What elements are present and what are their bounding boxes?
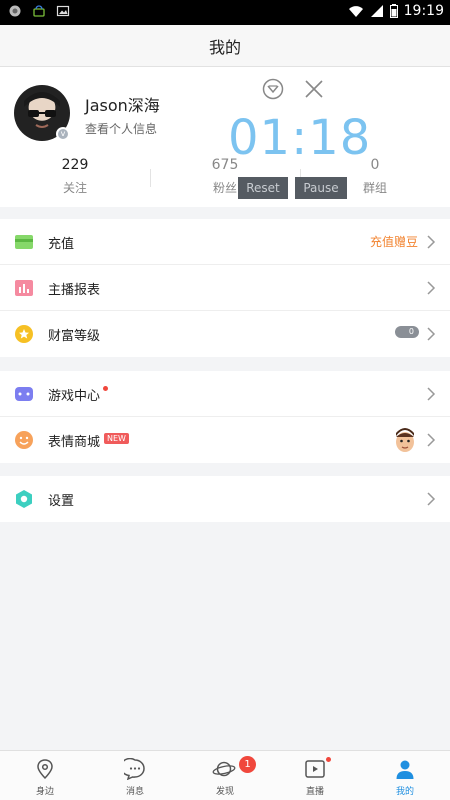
android-icon <box>33 5 45 17</box>
profile-stats: 229 关注 675 粉丝 0 群组 <box>0 157 450 201</box>
status-right: 19:19 <box>348 3 444 19</box>
settings-icon <box>15 490 33 508</box>
wealth-level-badge: 0 <box>395 326 419 338</box>
menu-section-account: 充值 充值赠豆 主播报表 财富等级 0 <box>0 219 450 357</box>
smile-icon <box>15 431 33 449</box>
nav-label: 身边 <box>35 787 54 797</box>
status-bar: 19:19 <box>0 0 450 25</box>
nav-label: 发现 <box>215 787 234 797</box>
menu-item-emoji-store[interactable]: 表情商城 NEW <box>0 417 450 463</box>
nav-label: 直播 <box>305 787 324 797</box>
gamepad-icon <box>15 385 33 403</box>
menu-item-wealth-level[interactable]: 财富等级 0 <box>0 311 450 357</box>
menu-item-recharge[interactable]: 充值 充值赠豆 <box>0 219 450 265</box>
image-icon <box>56 5 70 17</box>
nav-tab-live[interactable]: 直播 <box>270 751 360 800</box>
bottom-nav: 身边 消息 发现 直播 我的 <box>0 750 450 800</box>
card-icon <box>15 233 33 251</box>
chevron-right-icon <box>427 281 436 295</box>
collapse-timer-button[interactable] <box>261 77 285 101</box>
chevron-right-icon <box>427 387 436 401</box>
person-icon <box>396 760 414 779</box>
chat-icon <box>124 758 145 780</box>
status-time: 19:19 <box>403 3 444 19</box>
menu-item-label: 充值 <box>48 237 75 252</box>
nav-tab-messages[interactable]: 消息 <box>90 751 180 800</box>
menu-item-label: 设置 <box>48 494 75 509</box>
recharge-promo-text: 充值赠豆 <box>369 235 418 249</box>
page-title: 我的 <box>208 37 241 57</box>
notification-icon <box>9 5 21 17</box>
live-video-icon <box>305 760 325 778</box>
stat-label: 关注 <box>62 181 87 195</box>
nav-tab-discover[interactable]: 发现 <box>180 751 270 800</box>
chevron-right-icon <box>427 492 436 506</box>
chevron-down-circle-icon <box>262 78 284 100</box>
emoji-preview-icon <box>393 427 417 453</box>
chevron-right-icon <box>427 327 436 341</box>
location-pin-icon <box>37 759 53 780</box>
stat-value: 229 <box>61 157 89 173</box>
chevron-right-icon <box>427 433 436 447</box>
username: Jason深海 <box>85 96 160 115</box>
menu-item-label: 游戏中心 <box>48 389 101 404</box>
profile-card[interactable]: v Jason深海 查看个人信息 229 关注 675 粉丝 0 群组 <box>0 67 450 207</box>
star-icon <box>15 325 33 343</box>
menu-item-label: 主播报表 <box>48 283 101 298</box>
report-icon <box>15 279 33 297</box>
status-left-icons <box>8 4 70 18</box>
menu-item-settings[interactable]: 设置 <box>0 476 450 522</box>
notification-dot <box>103 386 108 391</box>
close-icon <box>305 80 323 98</box>
verified-badge-icon: v <box>56 127 70 141</box>
menu-item-game-center[interactable]: 游戏中心 <box>0 371 450 417</box>
menu-item-anchor-report[interactable]: 主播报表 <box>0 265 450 311</box>
chevron-right-icon <box>427 235 436 249</box>
wifi-icon <box>348 6 363 17</box>
divider <box>150 169 151 187</box>
battery-icon <box>389 4 398 18</box>
menu-section-entertainment: 游戏中心 表情商城 NEW <box>0 371 450 463</box>
timer-reset-button[interactable]: Reset <box>238 177 288 199</box>
nav-label: 消息 <box>125 787 144 797</box>
page-header: 我的 <box>0 25 450 67</box>
discover-count-badge: 1 <box>239 756 256 773</box>
nav-label: 我的 <box>395 787 414 797</box>
nav-tab-me[interactable]: 我的 <box>360 751 450 800</box>
signal-icon <box>370 5 383 17</box>
menu-item-label: 表情商城 <box>48 435 101 450</box>
close-timer-button[interactable] <box>302 77 326 101</box>
timer-pause-button[interactable]: Pause <box>295 177 347 199</box>
nav-tab-nearby[interactable]: 身边 <box>0 751 90 800</box>
menu-item-label: 财富等级 <box>48 329 101 344</box>
timer-display: 01:18 <box>228 110 372 166</box>
notification-dot <box>326 757 331 762</box>
planet-icon <box>212 761 236 777</box>
view-profile-link[interactable]: 查看个人信息 <box>85 120 157 137</box>
menu-section-settings: 设置 <box>0 476 450 522</box>
new-badge: NEW <box>104 433 129 444</box>
stat-following[interactable]: 229 关注 <box>30 157 120 196</box>
